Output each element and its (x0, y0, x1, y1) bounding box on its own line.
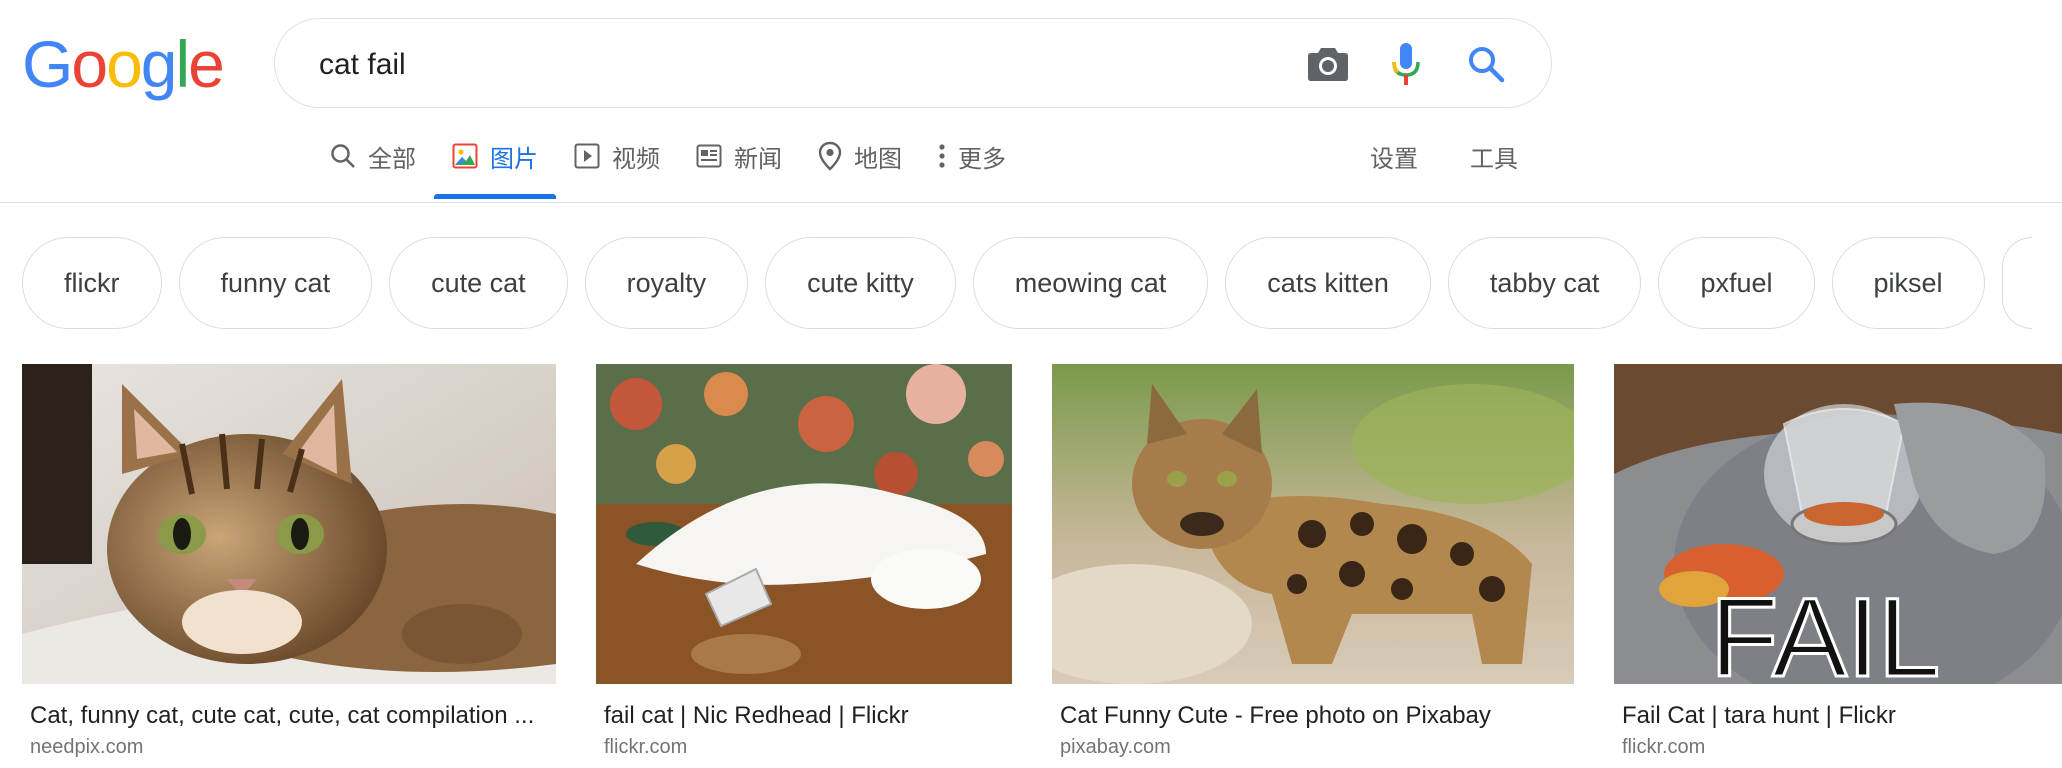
chip-partial[interactable] (2001, 237, 2032, 329)
image-icon (452, 143, 478, 169)
map-pin-icon (818, 141, 842, 171)
news-icon (696, 144, 722, 168)
chip-pxfuel[interactable]: pxfuel (1658, 237, 1815, 329)
logo-letter: g (140, 27, 178, 101)
result-title[interactable]: Cat, funny cat, cute cat, cute, cat comp… (30, 702, 552, 730)
tab-label: 地图 (854, 145, 902, 173)
tab-news[interactable]: 新闻 (678, 132, 800, 180)
chip-flickr[interactable]: flickr (22, 237, 162, 329)
search-icon (331, 144, 355, 168)
header-divider (0, 202, 2062, 203)
search-tabs: 全部 图片 视频 新闻 地图 更多 (312, 132, 1024, 202)
chip-tabby-cat[interactable]: tabby cat (1447, 237, 1642, 329)
result-thumbnail[interactable] (1052, 364, 1574, 684)
logo-letter: e (188, 27, 225, 101)
chip-royalty[interactable]: royalty (584, 237, 749, 329)
search-box (274, 18, 1552, 108)
microphone-icon[interactable] (1383, 41, 1429, 87)
logo-letter: l (175, 27, 191, 101)
result-thumbnail[interactable] (596, 364, 1012, 684)
chip-cute-cat[interactable]: cute cat (389, 237, 568, 329)
tab-more[interactable]: 更多 (920, 132, 1024, 180)
result-thumbnail[interactable]: FAIL (1614, 364, 2062, 684)
fail-caption: FAIL (1710, 575, 1940, 684)
result-title[interactable]: fail cat | Nic Redhead | Flickr (604, 702, 1008, 730)
result-source[interactable]: flickr.com (604, 736, 687, 759)
camera-icon[interactable] (1305, 41, 1351, 87)
image-result[interactable]: Cat, funny cat, cute cat, cute, cat comp… (22, 364, 556, 758)
result-source[interactable]: needpix.com (30, 736, 143, 759)
tab-videos[interactable]: 视频 (556, 132, 678, 180)
tab-maps[interactable]: 地图 (800, 132, 920, 180)
more-vert-icon (939, 144, 945, 168)
tab-label: 图片 (490, 145, 538, 173)
tools-button[interactable]: 工具 (1470, 132, 1518, 180)
tab-label: 全部 (368, 145, 416, 173)
tab-label: 视频 (612, 145, 660, 173)
tab-label: 新闻 (734, 145, 782, 173)
result-title[interactable]: Cat Funny Cute - Free photo on Pixabay (1060, 702, 1570, 730)
chip-funny-cat[interactable]: funny cat (178, 237, 373, 329)
logo-letter: o (106, 27, 143, 101)
tab-label: 更多 (958, 145, 1006, 173)
chip-cats-kitten[interactable]: cats kitten (1225, 237, 1431, 329)
search-input[interactable] (317, 37, 1221, 93)
chip-piksel[interactable]: piksel (1831, 237, 1985, 329)
chip-meowing-cat[interactable]: meowing cat (972, 237, 1209, 329)
result-source[interactable]: flickr.com (1622, 736, 1705, 759)
tab-images[interactable]: 图片 (434, 132, 556, 199)
search-icon[interactable] (1463, 41, 1509, 87)
chip-cute-kitty[interactable]: cute kitty (765, 237, 956, 329)
image-result[interactable]: fail cat | Nic Redhead | Flickr flickr.c… (596, 364, 1012, 758)
google-logo[interactable]: Google (22, 27, 225, 101)
logo-letter: o (71, 27, 108, 101)
related-searches: flickr funny cat cute cat royalty cute k… (22, 237, 2032, 331)
result-title[interactable]: Fail Cat | tara hunt | Flickr (1622, 702, 2062, 730)
image-result[interactable]: FAIL Fail Cat | tara hunt | Flickr flick… (1614, 364, 2062, 758)
tab-all[interactable]: 全部 (312, 132, 434, 180)
logo-letter: G (22, 27, 73, 101)
result-source[interactable]: pixabay.com (1060, 736, 1171, 759)
result-thumbnail[interactable] (22, 364, 556, 684)
play-icon (574, 143, 600, 169)
settings-link[interactable]: 设置 (1370, 132, 1418, 180)
image-result[interactable]: Cat Funny Cute - Free photo on Pixabay p… (1052, 364, 1574, 758)
